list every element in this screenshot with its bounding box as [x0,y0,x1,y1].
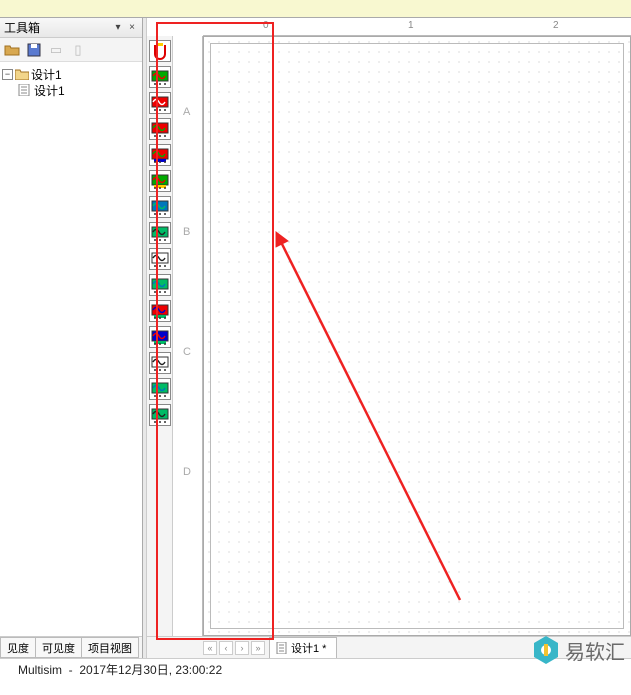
sidebar-tab-0[interactable]: 见度 [0,637,36,658]
tab-nav-prev-icon[interactable]: ‹ [219,641,233,655]
ruler-h-tick: 1 [408,20,414,31]
sheet-border [210,43,624,629]
toolbox-sidebar: 工具箱 ▾ × ▭ ▯ − 设计1 [0,18,143,658]
toolbar-btn-3-icon: ▭ [48,42,64,58]
tree-root-label: 设计1 [31,66,62,83]
schematic-sheet[interactable] [203,36,631,636]
tab-nav-last-icon[interactable]: » [251,641,265,655]
canvas-area: 0 1 2 A B C D « ‹ [147,18,631,658]
logic-converter-icon[interactable] [149,274,171,296]
sidebar-tab-1[interactable]: 可见度 [35,637,82,658]
folder-icon [15,68,29,80]
wattmeter-icon[interactable] [149,92,171,114]
oscilloscope-2ch-icon[interactable] [149,118,171,140]
ruler-h-tick: 2 [553,20,559,31]
tree-root[interactable]: − 设计1 [2,66,140,82]
freq-counter-icon[interactable] [149,196,171,218]
toolbox-dropdown-icon[interactable]: ▾ [112,22,124,34]
spectrum-icon[interactable] [149,352,171,374]
design-tree[interactable]: − 设计1 设计1 [0,62,142,636]
watermark-logo-icon [533,635,559,665]
multimeter-icon[interactable] [149,40,171,62]
logic-analyzer-icon[interactable] [149,248,171,270]
watermark: 易软汇 [533,635,625,665]
ruler-v-label: D [183,466,191,478]
schematic-file-icon [18,84,32,96]
toolbox-header: 工具箱 ▾ × [0,18,142,38]
bode-plotter-icon[interactable] [149,170,171,192]
ruler-v-label: A [183,106,190,118]
status-app-name: Multisim [18,663,62,677]
horizontal-ruler: 0 1 2 [203,18,631,36]
sheet-tab-icon [276,642,288,654]
tree-child[interactable]: 设计1 [2,82,140,98]
toolbar-strip-top [0,0,631,18]
ruler-v-label: B [183,226,190,238]
open-folder-icon[interactable] [4,42,20,58]
ruler-h-tick: 0 [263,20,269,31]
network-analyzer-icon[interactable] [149,378,171,400]
ruler-v-label: C [183,346,191,358]
expander-minus-icon[interactable]: − [2,69,13,80]
toolbox-mini-toolbar: ▭ ▯ [0,38,142,62]
sidebar-tabs: 见度 可见度 项目视图 [0,636,142,658]
agilent-scope-icon[interactable] [149,404,171,426]
toolbar-btn-4-icon: ▯ [70,42,86,58]
sheet-tab[interactable]: 设计1 * [269,637,337,658]
tab-nav-next-icon[interactable]: › [235,641,249,655]
oscilloscope-4ch-icon[interactable] [149,144,171,166]
sheet-tab-label: 设计1 * [291,640,326,656]
schematic-sheet-wrap [203,36,631,636]
vertical-ruler: A B C D [173,36,203,636]
watermark-text: 易软汇 [565,636,625,665]
status-datetime: 2017年12月30日, 23:00:22 [79,661,222,678]
distortion-icon[interactable] [149,326,171,348]
canvas-row: A B C D [147,36,631,636]
toolbox-close-icon[interactable]: × [126,22,138,34]
tab-nav-first-icon[interactable]: « [203,641,217,655]
toolbox-title: 工具箱 [4,19,110,36]
status-separator: - [69,663,73,677]
save-icon[interactable] [26,42,42,58]
tab-nav-arrows: « ‹ › » [203,641,265,655]
iv-analyzer-icon[interactable] [149,300,171,322]
word-gen-icon[interactable] [149,222,171,244]
main-row: 工具箱 ▾ × ▭ ▯ − 设计1 [0,18,631,658]
function-gen-icon[interactable] [149,66,171,88]
sidebar-tab-2[interactable]: 项目视图 [81,637,139,658]
tree-child-label: 设计1 [34,82,65,99]
instrument-palette [147,36,173,636]
